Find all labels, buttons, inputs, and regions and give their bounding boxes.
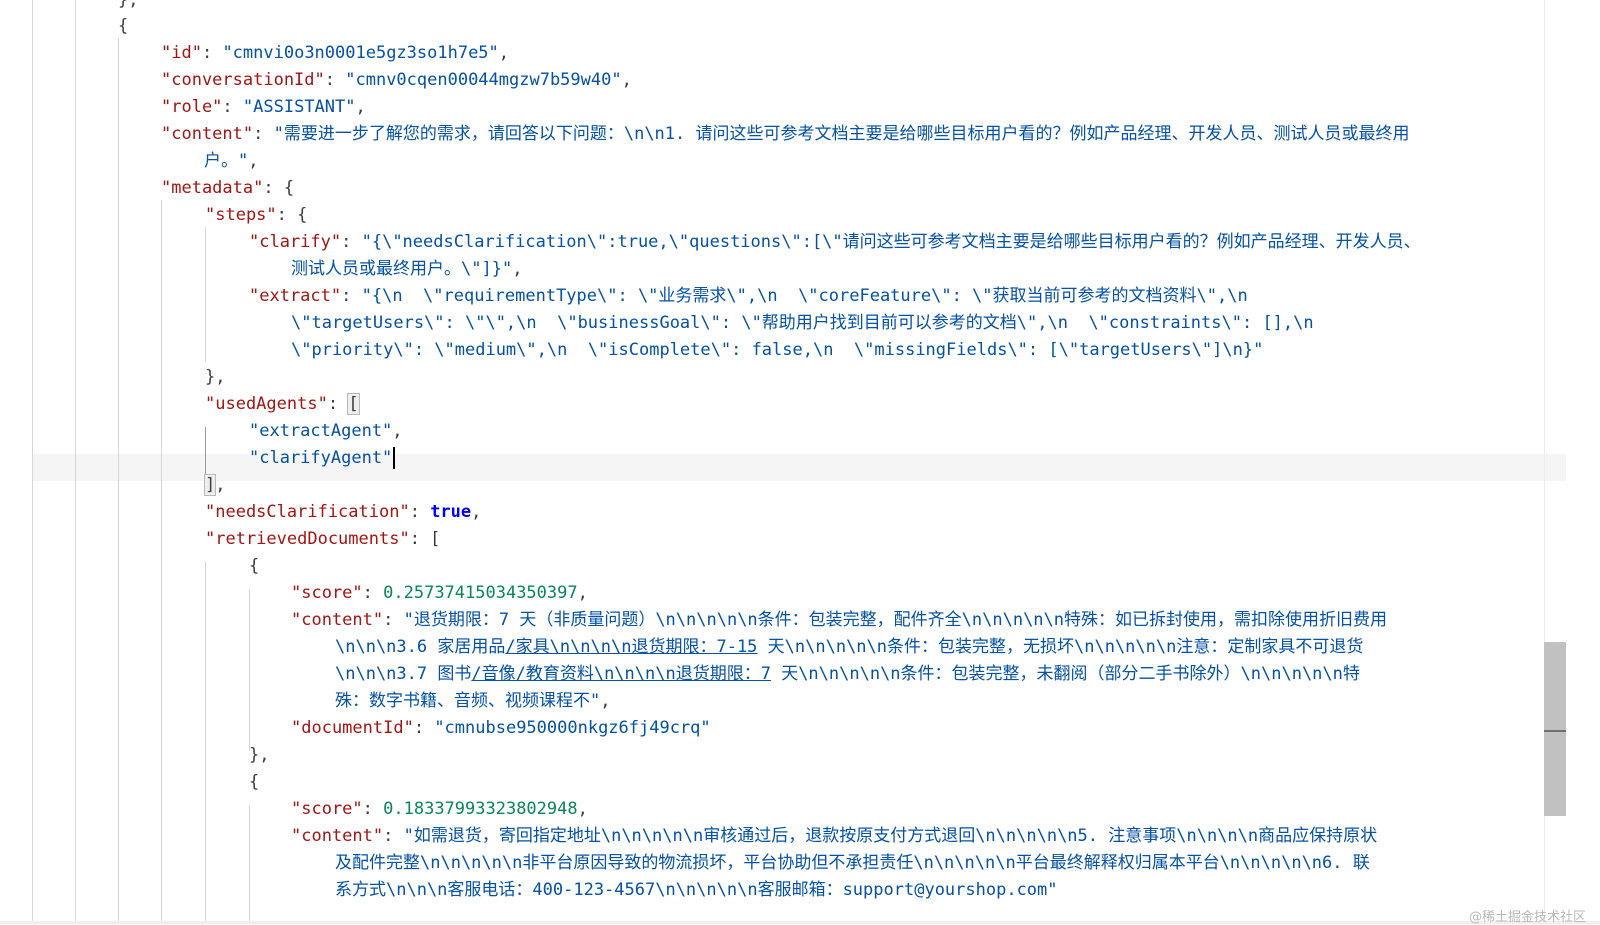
json-editor[interactable]: }, { "id": "cmnvi0o3n0001e5gz3so1h7e5", …: [0, 0, 1600, 924]
code-line: "content": "退货期限：7 天（非质量问题）\n\n\n\n\n条件：…: [291, 610, 1388, 630]
code-line: "score": 0.25737415034350397,: [291, 583, 588, 603]
code-line: ],: [203, 474, 226, 496]
watermark: @稀土掘金技术社区: [1468, 910, 1586, 925]
code-line: \n\n\n3.7 图书/音像/教育资料\n\n\n\n退货期限：7 天\n\n…: [335, 664, 1360, 684]
code-line: {: [249, 556, 260, 576]
code-line: },: [205, 367, 226, 387]
code-line: "extractAgent",: [249, 421, 403, 441]
text-caret: [393, 447, 396, 469]
code-line: "usedAgents": [: [205, 393, 360, 415]
code-line: 测试人员或最终用户。\"]}",: [291, 259, 523, 279]
code-line: 殊：数字书籍、音频、视频课程不",: [335, 691, 611, 711]
code-line: "content": "如需退货，寄回指定地址\n\n\n\n\n审核通过后，退…: [291, 826, 1378, 846]
code-line-active[interactable]: "clarifyAgent": [249, 445, 396, 472]
code-line: "steps": {: [205, 205, 308, 225]
indent-guide: [118, 38, 119, 924]
indent-guide: [205, 227, 206, 362]
code-line: {: [118, 16, 129, 36]
indent-guide: [249, 589, 250, 751]
code-line: "extract": "{\n \"requirementType\": \"业…: [249, 286, 1248, 306]
code-line: 户。",: [204, 151, 259, 171]
code-line: "score": 0.18337993323802948,: [291, 799, 588, 819]
code-line: \"priority\": \"medium\",\n \"isComplete…: [291, 340, 1264, 360]
code-line: "conversationId": "cmnv0cqen00044mgzw7b5…: [161, 70, 632, 90]
bracket-match-highlight: [: [347, 393, 360, 415]
code-line: "needsClarification": true,: [205, 502, 482, 522]
indent-guide: [205, 562, 206, 924]
indent-guide: [32, 0, 33, 924]
code-line: },: [118, 0, 139, 10]
code-line: {: [249, 772, 260, 792]
indent-guide: [249, 805, 250, 924]
code-line: 系方式\n\n\n客服电话：400-123-4567\n\n\n\n\n客服邮箱…: [335, 880, 1058, 900]
code-line: "id": "cmnvi0o3n0001e5gz3so1h7e5",: [161, 43, 510, 63]
code-line: \"targetUsers\": \"\",\n \"businessGoal\…: [291, 313, 1314, 333]
scrollbar-thumb[interactable]: [1544, 642, 1566, 816]
code-line: 及配件完整\n\n\n\n\n非平台原因导致的物流损坏，平台协助但不承担责任\n…: [335, 853, 1370, 873]
code-line: "documentId": "cmnubse950000nkgz6fj49crq…: [291, 718, 711, 738]
code-line: "content": "需要进一步了解您的需求，请回答以下问题：\n\n1. 请…: [161, 124, 1410, 144]
code-line: },: [249, 745, 270, 765]
code-line: "retrievedDocuments": [: [205, 529, 441, 549]
bracket-match-highlight: ]: [203, 474, 217, 496]
scrollbar-cursor-marker: [1544, 730, 1566, 732]
code-line: "clarify": "{\"needsClarification\":true…: [249, 232, 1421, 252]
indent-guide: [161, 200, 162, 924]
code-line: "role": "ASSISTANT",: [161, 97, 366, 117]
indent-guide: [75, 0, 76, 924]
code-line: \n\n\n3.6 家居用品/家具\n\n\n\n退货期限：7-15 天\n\n…: [335, 637, 1364, 657]
code-line: "metadata": {: [161, 178, 295, 198]
